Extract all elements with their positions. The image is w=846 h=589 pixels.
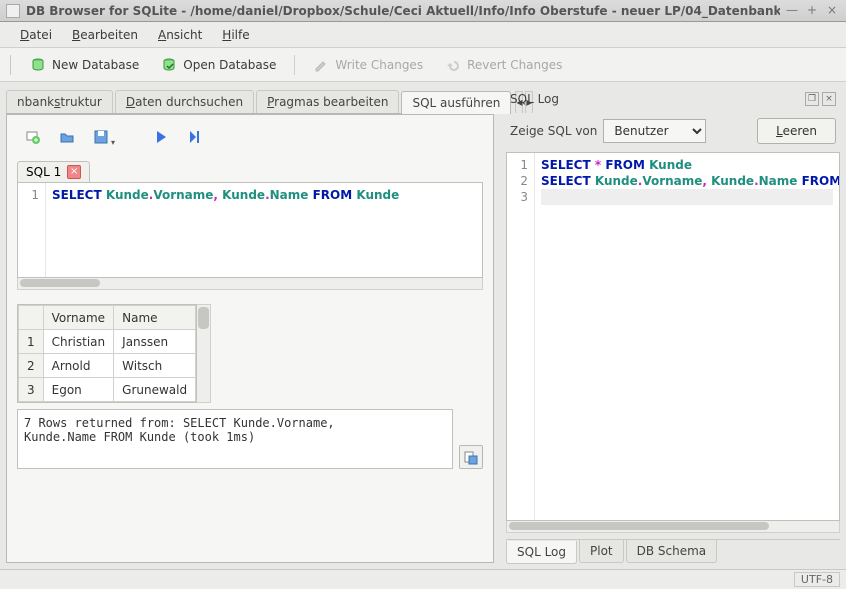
- write-changes-button: Write Changes: [309, 54, 427, 76]
- tab-pragmas[interactable]: Pragmas bearbeiten: [256, 90, 399, 113]
- sql-toolbar: ▾: [17, 125, 483, 155]
- sql-inner-tab-1[interactable]: SQL 1 ×: [17, 161, 90, 182]
- row-number: 2: [19, 354, 44, 378]
- bottom-tab-plot[interactable]: Plot: [579, 540, 624, 563]
- table-row[interactable]: 1ChristianJanssen: [19, 330, 196, 354]
- table-cell[interactable]: Arnold: [43, 354, 114, 378]
- export-icon: [463, 449, 479, 465]
- table-row[interactable]: 2ArnoldWitsch: [19, 354, 196, 378]
- titlebar: DB Browser for SQLite - /home/daniel/Dro…: [0, 0, 846, 22]
- menu-datei[interactable]: Datei: [10, 24, 62, 46]
- table-cell[interactable]: Janssen: [114, 330, 196, 354]
- results-corner: [19, 306, 44, 330]
- sql-log-title: SQL Log: [510, 92, 802, 106]
- open-database-icon: [161, 57, 177, 73]
- sql-log-source-label: Zeige SQL von: [510, 124, 597, 138]
- new-database-icon: [30, 57, 46, 73]
- menubar: Datei Bearbeiten Ansicht Hilfe: [0, 22, 846, 48]
- new-database-button[interactable]: New Database: [26, 54, 143, 76]
- row-number: 3: [19, 378, 44, 402]
- table-cell[interactable]: Christian: [43, 330, 114, 354]
- revert-changes-button: Revert Changes: [441, 54, 566, 76]
- app-icon: [6, 4, 20, 18]
- new-sql-tab-icon[interactable]: [25, 129, 41, 145]
- menu-bearbeiten[interactable]: Bearbeiten: [62, 24, 148, 46]
- log-code: SELECT * FROM KundeSELECT Kunde.Vorname,…: [535, 153, 839, 520]
- sql-log-controls: Zeige SQL von Benutzer Leeren: [506, 110, 840, 152]
- bottom-tab-dbschema[interactable]: DB Schema: [626, 540, 718, 563]
- results-header[interactable]: Vorname: [43, 306, 114, 330]
- menu-ansicht[interactable]: Ansicht: [148, 24, 212, 46]
- open-sql-file-icon[interactable]: [59, 129, 75, 145]
- open-database-label: Open Database: [183, 58, 276, 72]
- close-window-button[interactable]: ×: [824, 3, 840, 19]
- sql-log-source-select[interactable]: Benutzer: [603, 119, 706, 143]
- results-header[interactable]: Name: [114, 306, 196, 330]
- table-cell[interactable]: Grunewald: [114, 378, 196, 402]
- sql-log-clear-button[interactable]: Leeren: [757, 118, 836, 144]
- editor-code[interactable]: SELECT Kunde.Vorname, Kunde.Name FROM Ku…: [46, 183, 482, 277]
- sql-log-detach-button[interactable]: ❐: [805, 92, 819, 106]
- sql-inner-tabstrip: SQL 1 ×: [17, 161, 483, 182]
- tab-sql-ausfuehren[interactable]: SQL ausführen: [401, 91, 511, 114]
- sql-editor[interactable]: 1 SELECT Kunde.Vorname, Kunde.Name FROM …: [17, 182, 483, 278]
- menu-hilfe[interactable]: Hilfe: [212, 24, 259, 46]
- status-message: 7 Rows returned from: SELECT Kunde.Vorna…: [17, 409, 453, 469]
- tab-durchsuchen[interactable]: Daten durchsuchen: [115, 90, 254, 113]
- encoding-indicator[interactable]: UTF-8: [794, 572, 840, 587]
- window-title: DB Browser for SQLite - /home/daniel/Dro…: [26, 4, 780, 18]
- sql-panel: ▾ SQL 1 × 1 SELECT Kunde.Vorname, Kunde.…: [6, 114, 494, 563]
- toolbar: New Database Open Database Write Changes…: [0, 48, 846, 82]
- right-bottom-tabs: SQL Log Plot DB Schema: [506, 539, 840, 563]
- sql-log-close-button[interactable]: ×: [822, 92, 836, 106]
- maximize-button[interactable]: +: [804, 3, 820, 19]
- table-row[interactable]: 3EgonGrunewald: [19, 378, 196, 402]
- new-database-label: New Database: [52, 58, 139, 72]
- statusbar: UTF-8: [0, 569, 846, 589]
- revert-changes-icon: [445, 57, 461, 73]
- sql-log-header: SQL Log ❐ ×: [506, 88, 840, 110]
- bottom-tab-sqllog[interactable]: SQL Log: [506, 541, 577, 564]
- toolbar-grip: [10, 55, 12, 75]
- revert-changes-label: Revert Changes: [467, 58, 562, 72]
- write-changes-label: Write Changes: [335, 58, 423, 72]
- editor-gutter: 1: [18, 183, 46, 277]
- results-table: VornameName 1ChristianJanssen2ArnoldWits…: [17, 304, 197, 403]
- export-results-button[interactable]: [459, 445, 483, 469]
- minimize-button[interactable]: —: [784, 3, 800, 19]
- toolbar-separator: [294, 55, 295, 75]
- write-changes-icon: [313, 57, 329, 73]
- table-cell[interactable]: Witsch: [114, 354, 196, 378]
- sql-log-editor[interactable]: 123 SELECT * FROM KundeSELECT Kunde.Vorn…: [506, 152, 840, 521]
- sql-inner-tab-label: SQL 1: [26, 165, 61, 179]
- results-vscrollbar[interactable]: [197, 304, 211, 403]
- close-tab-icon[interactable]: ×: [67, 165, 81, 179]
- table-cell[interactable]: Egon: [43, 378, 114, 402]
- log-hscrollbar[interactable]: [506, 521, 840, 533]
- tab-struktur[interactable]: nbankstruktur: [6, 90, 113, 113]
- open-database-button[interactable]: Open Database: [157, 54, 280, 76]
- log-gutter: 123: [507, 153, 535, 520]
- row-number: 1: [19, 330, 44, 354]
- editor-hscrollbar[interactable]: [17, 278, 483, 290]
- main-tabstrip: nbankstruktur Daten durchsuchen Pragmas …: [6, 88, 494, 114]
- run-sql-icon[interactable]: [153, 129, 169, 145]
- run-to-end-icon[interactable]: [187, 129, 203, 145]
- save-sql-icon[interactable]: ▾: [93, 129, 109, 145]
